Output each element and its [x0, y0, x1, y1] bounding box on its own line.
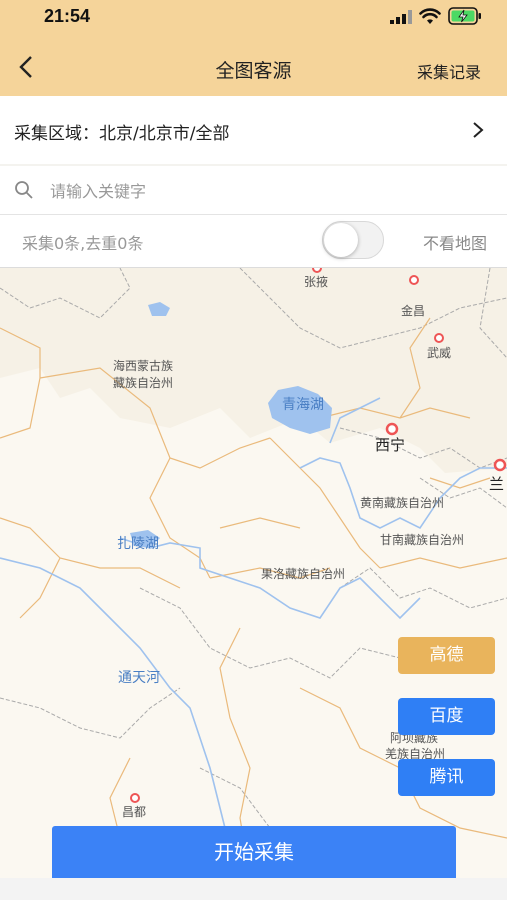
collection-stats: 采集0条,去重0条 — [22, 234, 144, 253]
status-bar: 21:54 — [0, 0, 507, 34]
map-label-huangnan: 黄南藏族自治州 — [360, 496, 445, 510]
chevron-right-icon — [473, 122, 484, 138]
hide-map-label: 不看地图 — [422, 234, 487, 253]
status-time: 21:54 — [44, 6, 91, 26]
start-collection-button[interactable]: 开始采集 — [52, 826, 456, 878]
search-icon — [15, 181, 33, 199]
collection-records-button[interactable]: 采集记录 — [417, 59, 481, 83]
bottom-safe-area — [0, 878, 507, 900]
gaode-map-button[interactable]: 高德 — [398, 637, 495, 674]
search-input[interactable] — [48, 174, 492, 208]
map-label-qinghai-lake: 青海湖 — [282, 397, 324, 413]
region-selector[interactable]: 采集区域：北京/北京市/全部 — [0, 96, 507, 164]
map-label-jinchang: 金昌 — [401, 304, 426, 318]
signal-icon — [390, 10, 412, 24]
map-label-zhangye: 张掖 — [304, 275, 329, 289]
baidu-map-button[interactable]: 百度 — [398, 698, 495, 735]
map-label-guoluo: 果洛藏族自治州 — [261, 567, 346, 581]
wifi-icon — [419, 8, 441, 24]
stats-row: 采集0条,去重0条 不看地图 — [0, 215, 507, 268]
map-label-tongtian-river: 通天河 — [118, 670, 160, 686]
toggle-knob — [324, 223, 358, 257]
battery-charging-icon — [448, 7, 481, 25]
map-label-haixi-2: 藏族自治州 — [113, 376, 174, 390]
map-label-zhaling-lake: 扎陵湖 — [117, 536, 159, 552]
region-label: 采集区域：北京/北京市/全部 — [14, 124, 230, 144]
search-bar — [0, 166, 507, 215]
map-label-lan: 兰 — [489, 475, 505, 493]
hide-map-toggle[interactable] — [322, 221, 384, 259]
map-label-xining: 西宁 — [375, 436, 406, 454]
map-label-haixi-1: 海西蒙古族 — [113, 359, 174, 373]
nav-bar: 全图客源 采集记录 — [0, 34, 507, 96]
map-label-changdu: 昌都 — [122, 805, 147, 819]
map-label-gannan: 甘南藏族自治州 — [380, 533, 465, 547]
map-label-wuwei: 武威 — [427, 346, 452, 360]
tencent-map-button[interactable]: 腾讯 — [398, 759, 495, 796]
